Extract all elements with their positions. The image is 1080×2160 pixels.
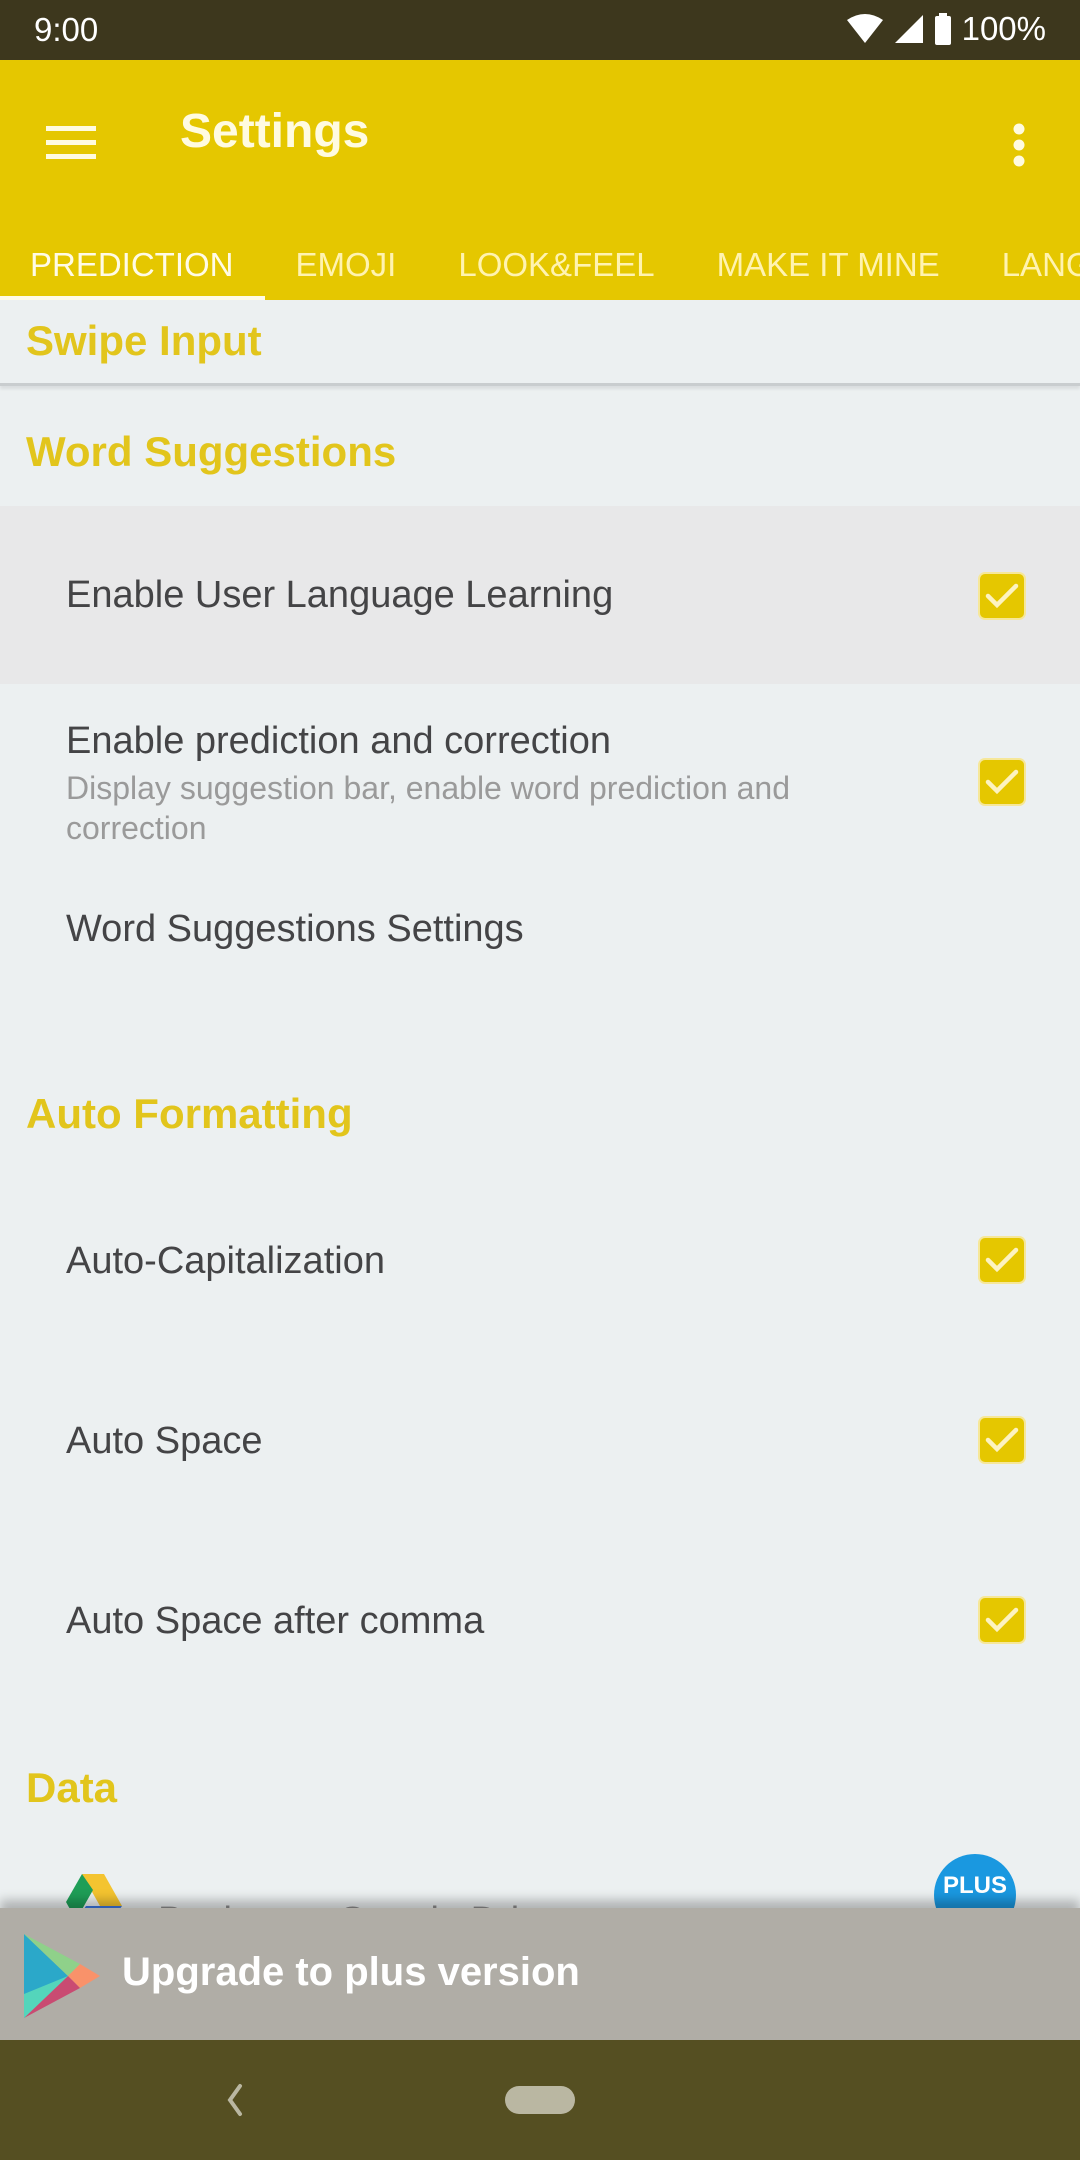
pref-title: Word Suggestions Settings: [66, 908, 524, 950]
checkbox-auto-space[interactable]: [980, 1418, 1024, 1462]
back-icon: [227, 2084, 242, 2116]
pref-auto-space[interactable]: Auto Space: [0, 1350, 1080, 1530]
pref-word-suggestions-settings[interactable]: Word Suggestions Settings: [0, 870, 1080, 1000]
more-vert-icon: [1013, 123, 1025, 167]
swipe-input-section[interactable]: Swipe Input: [0, 300, 1080, 386]
section-header-word-suggestions: Word Suggestions: [26, 428, 397, 475]
checkbox-user-language-learning[interactable]: [980, 574, 1024, 618]
checkbox-auto-capitalization[interactable]: [980, 1238, 1024, 1282]
pref-title: Auto Space: [66, 1420, 263, 1462]
google-drive-icon: [66, 1874, 122, 1910]
tab-bar: PREDICTION EMOJI LOOK&FEEL MAKE IT MINE …: [0, 230, 1080, 301]
check-icon: [985, 769, 1019, 795]
tab-make-it-mine[interactable]: MAKE IT MINE: [686, 230, 971, 300]
settings-list[interactable]: Swipe Input Word Suggestions Enable User…: [0, 300, 1080, 1910]
pref-title: Auto-Capitalization: [66, 1240, 385, 1282]
menu-button[interactable]: [36, 108, 106, 178]
wifi-icon: [846, 14, 883, 43]
app-bar: Settings PREDICTION EMOJI LOOK&FEEL MAKE…: [0, 60, 1080, 301]
status-icons: 100%: [846, 10, 1046, 48]
tab-prediction[interactable]: PREDICTION: [0, 230, 265, 301]
page-title: Settings: [180, 105, 370, 158]
hamburger-menu-icon: [46, 126, 96, 159]
pref-title: Enable User Language Learning: [66, 574, 614, 616]
back-button[interactable]: [210, 2078, 260, 2122]
checkbox-prediction-correction[interactable]: [980, 760, 1024, 804]
tab-look-and-feel[interactable]: LOOK&FEEL: [427, 230, 685, 300]
check-icon: [985, 1607, 1019, 1633]
pref-auto-space-after-comma[interactable]: Auto Space after comma: [0, 1530, 1080, 1710]
section-header-data: Data: [26, 1764, 118, 1811]
section-header-auto-formatting: Auto Formatting: [26, 1090, 353, 1137]
checkbox-auto-space-after-comma[interactable]: [980, 1598, 1024, 1642]
battery-icon: [934, 13, 951, 45]
tab-languages[interactable]: LANGUAGES: [971, 230, 1080, 300]
pref-summary: Display suggestion bar, enable word pred…: [66, 770, 791, 846]
plus-badge: PLUS: [934, 1854, 1016, 1910]
pref-title: Enable prediction and correction: [66, 720, 612, 762]
signal-icon: [894, 15, 923, 43]
upgrade-banner[interactable]: Upgrade to plus version: [0, 1908, 1080, 2040]
check-icon: [985, 1427, 1019, 1453]
play-store-icon: [24, 1934, 100, 2018]
pref-title: Auto Space after comma: [66, 1600, 485, 1642]
overflow-menu-button[interactable]: [994, 110, 1044, 180]
home-button[interactable]: [505, 2086, 575, 2114]
pref-enable-prediction-correction[interactable]: Enable prediction and correction Display…: [0, 684, 1080, 870]
check-icon: [985, 583, 1019, 609]
check-icon: [985, 1247, 1019, 1273]
status-bar: 9:00 100%: [0, 0, 1080, 60]
section-header-swipe-input: Swipe Input: [26, 317, 262, 364]
tab-emoji[interactable]: EMOJI: [265, 230, 428, 300]
upgrade-label: Upgrade to plus version: [122, 1950, 580, 1994]
status-time: 9:00: [34, 11, 99, 48]
pref-backup-google-drive[interactable]: Backup to Google Drive: [0, 1870, 1080, 1910]
system-nav-bar: [0, 2040, 1080, 2160]
pref-enable-user-language-learning[interactable]: Enable User Language Learning: [0, 506, 1080, 684]
pref-auto-capitalization[interactable]: Auto-Capitalization: [0, 1170, 1080, 1350]
battery-percent: 100%: [961, 10, 1046, 47]
